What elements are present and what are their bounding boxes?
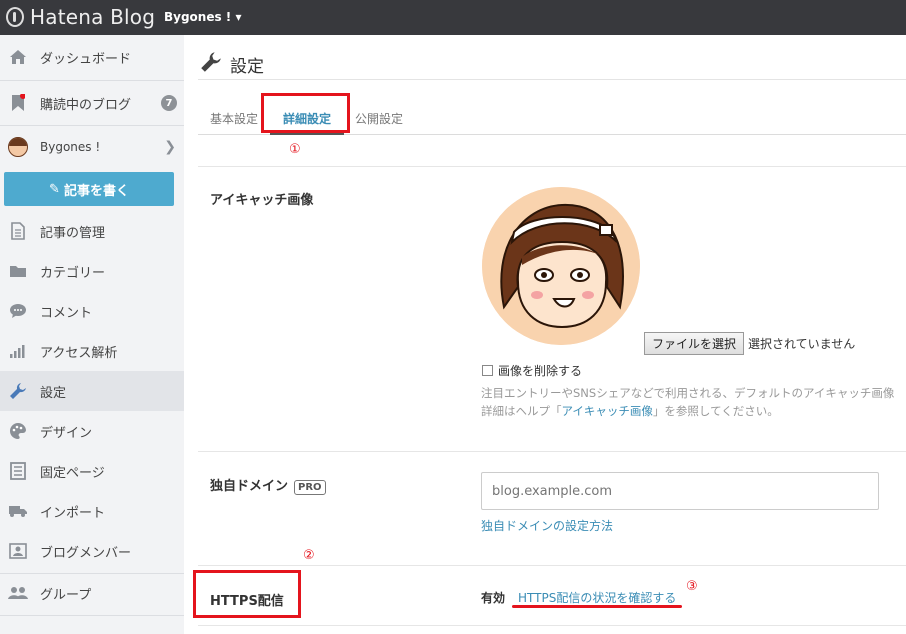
annotation-number-1: ①	[289, 142, 301, 157]
write-article-button[interactable]: ✎ 記事を書く	[4, 172, 174, 206]
sidebar-item-label: アクセス解析	[40, 345, 118, 361]
sidebar-item-categories[interactable]: カテゴリー	[0, 251, 184, 291]
sidebar-item-label: コメント	[40, 305, 93, 321]
group-icon	[8, 583, 28, 603]
sidebar-item-label: 購読中のブログ	[40, 97, 132, 113]
palette-icon	[8, 421, 28, 441]
blog-switcher[interactable]: Bygones ! ▾	[164, 10, 241, 24]
home-icon	[8, 47, 28, 67]
hatena-logo-icon	[6, 7, 24, 27]
sidebar-item-settings[interactable]: 設定	[0, 371, 184, 411]
custom-domain-input[interactable]	[481, 472, 879, 510]
hatena-logo[interactable]: Hatena Blog	[6, 4, 155, 30]
custom-domain-label-text: 独自ドメイン	[210, 479, 289, 494]
wrench-icon	[200, 51, 222, 78]
sidebar-item-members[interactable]: ブログメンバー	[0, 531, 184, 571]
divider	[198, 451, 906, 452]
sidebar-item-analytics[interactable]: アクセス解析	[0, 331, 184, 371]
checkbox-label: 画像を削除する	[498, 364, 583, 378]
pro-badge: PRO	[294, 480, 326, 495]
avatar	[8, 137, 28, 157]
unread-count-badge: 7	[161, 95, 177, 111]
pages-icon	[8, 461, 28, 481]
delete-image-checkbox[interactable]: 画像を削除する	[482, 362, 582, 379]
sidebar-item-pages[interactable]: 固定ページ	[0, 451, 184, 491]
eyecatch-help-text: 注目エントリーやSNSシェアなどで利用される、デフォルトのアイキャッチ画像	[481, 386, 895, 400]
sidebar-item-label: 設定	[40, 385, 67, 401]
page-title: 設定	[200, 51, 264, 78]
tab-publish-settings[interactable]: 公開設定	[355, 110, 403, 127]
folder-icon	[8, 261, 28, 281]
divider	[198, 79, 906, 80]
page-title-text: 設定	[230, 57, 264, 77]
annotation-box-https	[193, 570, 301, 618]
checkbox-box[interactable]	[482, 365, 493, 376]
sidebar-item-groups[interactable]: グループ	[0, 573, 184, 613]
custom-domain-help-link[interactable]: 独自ドメインの設定方法	[481, 517, 613, 534]
file-status-text: 選択されていません	[748, 337, 856, 351]
truck-icon	[8, 501, 28, 521]
bar-chart-icon	[8, 341, 28, 361]
logo-text: Hatena Blog	[30, 5, 156, 29]
divider	[0, 615, 184, 616]
sidebar-item-label: Bygones !	[40, 140, 101, 154]
eyecatch-label: アイキャッチ画像	[210, 193, 314, 208]
sidebar-item-blog[interactable]: Bygones ! ❯	[0, 127, 184, 167]
divider	[198, 166, 906, 167]
divider	[0, 125, 184, 126]
annotation-underline-https-link	[512, 605, 682, 608]
sidebar-item-dashboard[interactable]: ダッシュボード	[0, 37, 184, 77]
https-status: 有効	[481, 591, 506, 605]
annotation-number-3: ③	[686, 579, 698, 594]
eyecatch-image	[482, 187, 640, 345]
annotation-box-advanced-tab	[261, 93, 350, 133]
help-prefix: 詳細はヘルプ「	[481, 404, 562, 418]
chevron-right-icon: ❯	[164, 139, 176, 155]
sidebar-item-label: カテゴリー	[40, 265, 106, 281]
https-check-link[interactable]: HTTPS配信の状況を確認する	[518, 589, 676, 606]
custom-domain-label: 独自ドメイン PRO	[210, 475, 326, 495]
comment-icon	[8, 301, 28, 321]
sidebar-item-subscriptions[interactable]: 購読中のブログ 7	[0, 83, 184, 123]
sidebar-item-label: ダッシュボード	[40, 51, 132, 67]
member-icon	[8, 541, 28, 561]
sidebar-item-articles[interactable]: 記事の管理	[0, 211, 184, 251]
sidebar-item-label: グループ	[40, 587, 92, 603]
divider	[0, 80, 184, 81]
edit-icon: ✎	[49, 181, 60, 197]
sidebar: ダッシュボード 購読中のブログ 7 Bygones ! ❯ ✎ 記事を書く 記事…	[0, 35, 184, 634]
sidebar-item-comments[interactable]: コメント	[0, 291, 184, 331]
eyecatch-help-link[interactable]: アイキャッチ画像	[562, 404, 653, 418]
annotation-number-2: ②	[303, 548, 315, 563]
active-tab-indicator	[270, 133, 344, 135]
sidebar-item-label: 固定ページ	[40, 465, 105, 481]
choose-file-button[interactable]: ファイルを選択	[644, 332, 744, 355]
sidebar-item-design[interactable]: デザイン	[0, 411, 184, 451]
eyecatch-help-line: 詳細はヘルプ「アイキャッチ画像」を参照してください。	[481, 403, 779, 419]
wrench-icon	[8, 381, 28, 401]
sidebar-item-import[interactable]: インポート	[0, 491, 184, 531]
top-bar: Hatena Blog Bygones ! ▾	[0, 0, 906, 35]
divider	[198, 625, 906, 626]
write-button-label: 記事を書く	[63, 183, 129, 199]
sidebar-item-label: デザイン	[40, 425, 93, 441]
tab-basic-settings[interactable]: 基本設定	[210, 110, 258, 127]
sidebar-item-label: ブログメンバー	[40, 545, 132, 561]
divider	[198, 565, 906, 566]
sidebar-item-label: インポート	[40, 505, 106, 521]
document-icon	[8, 221, 28, 241]
help-suffix: 」を参照してください。	[652, 404, 779, 418]
bookmark-icon	[8, 93, 28, 113]
sidebar-item-label: 記事の管理	[40, 225, 106, 241]
